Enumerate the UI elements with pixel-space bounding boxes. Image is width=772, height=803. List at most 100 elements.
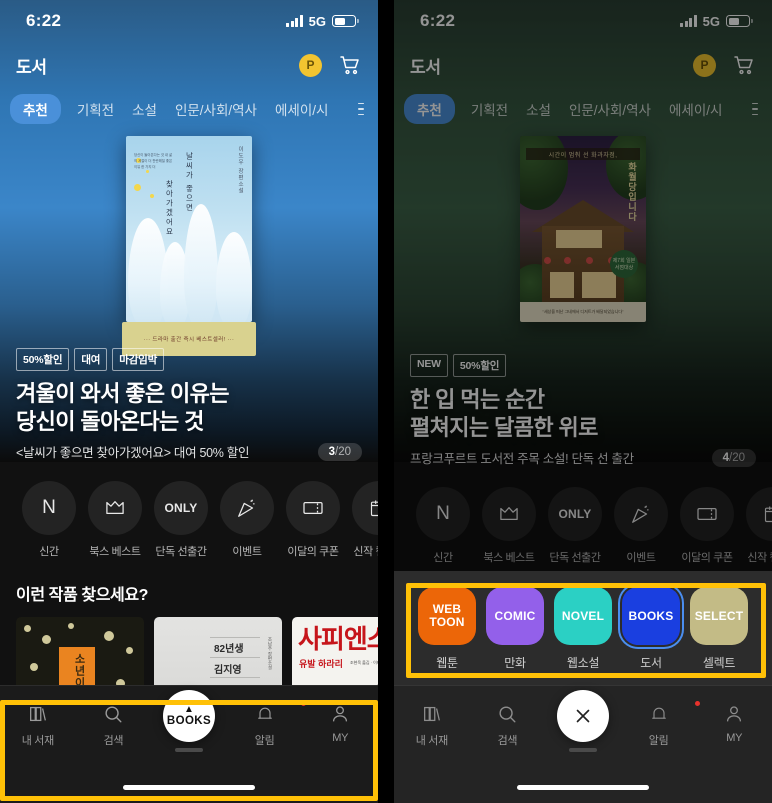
hero-title-line2: 당신이 돌아온다는 것 — [16, 408, 204, 434]
quick-label: 북스 베스트 — [483, 552, 535, 565]
book-author: 유발 하라리 — [299, 659, 343, 670]
service-item-comic[interactable]: COMIC 만화 — [486, 587, 544, 671]
status-bar-right: 6:22 5G — [394, 0, 772, 42]
network-label: 5G — [702, 13, 720, 29]
book-cover-image: 시간이 멈춰 선 화과자점, 화월당입니다 제7회 일본 서점대상 "세상을 떠… — [520, 136, 646, 322]
service-label: 도서 — [640, 656, 662, 670]
tab-소설[interactable]: 소설 — [130, 95, 159, 123]
quick-item-북스베스트[interactable]: 북스 베스트 — [482, 487, 536, 565]
service-label: 만화 — [504, 656, 526, 670]
service-item-webtoon[interactable]: WEB TOON 웹툰 — [418, 587, 476, 671]
nav-item-my[interactable]: MY — [302, 702, 378, 744]
coupon-ticket-icon — [286, 481, 340, 536]
tab-인문사회역사[interactable]: 인문/사회/역사 — [567, 95, 653, 123]
quick-label: 신간 — [39, 546, 59, 559]
quick-item-신작캘린더[interactable]: 신작 캘린더 — [352, 481, 378, 559]
tab-소설[interactable]: 소설 — [524, 95, 553, 123]
status-indicators: 5G — [286, 14, 359, 29]
quick-item-이벤트[interactable]: 이벤트 — [614, 487, 668, 565]
left-phone-screen: 6:22 5G 도서 P 추천 기획전 소설 인문/사회/역사 에세이/시 당신… — [0, 0, 378, 803]
select-tile-icon: SELECT — [690, 587, 748, 645]
tab-기획전[interactable]: 기획전 — [75, 95, 116, 123]
cover-band-text: 시간이 멈춰 선 화과자점, — [526, 148, 640, 160]
bookshelf-icon — [0, 702, 76, 726]
status-time: 6:22 — [26, 11, 62, 30]
tab-인문사회역사[interactable]: 인문/사회/역사 — [173, 95, 259, 123]
quick-item-신간[interactable]: N 신간 — [416, 487, 470, 565]
nav-item-my[interactable]: MY — [696, 702, 772, 744]
service-label: 셀렉트 — [702, 656, 736, 670]
quick-item-이달의쿠폰[interactable]: 이달의 쿠폰 — [286, 481, 340, 559]
nav-item-내서재[interactable]: 내 서재 — [394, 702, 470, 748]
nav-item-검색[interactable]: 검색 — [76, 702, 152, 748]
tab-에세이시[interactable]: 에세이/시 — [667, 95, 724, 123]
nav-item-검색[interactable]: 검색 — [470, 702, 546, 748]
books-fab-button[interactable]: ▲ BOOKS — [163, 690, 215, 742]
page-title: 도서 — [16, 57, 47, 77]
close-fab-button[interactable] — [557, 690, 609, 742]
nav-label: 알림 — [254, 735, 275, 747]
nav-item-내서재[interactable]: 내 서재 — [0, 702, 76, 748]
books-tile-icon: BOOKS — [622, 587, 680, 645]
quick-menu-row-right: N 신간 북스 베스트 ONLY 단독 선출간 이벤트 이달의 쿠폰 신작 — [394, 467, 772, 565]
quick-item-신작캘린더[interactable]: 신작 캘린더 — [746, 487, 772, 565]
recommend-section-title: 이런 작품 찾으세요? — [16, 587, 149, 605]
screenshot-stage: 6:22 5G 도서 P 추천 기획전 소설 인문/사회/역사 에세이/시 당신… — [0, 0, 772, 803]
signal-bars-icon — [286, 15, 303, 27]
tab-추천[interactable]: 추천 — [10, 94, 61, 124]
hero-cover-left[interactable]: 당신이 돌아온다는 것 내 삶의 계절이 더 찬란해질 좋은 이유 한 가지 더… — [0, 136, 378, 336]
quick-item-단독선출간[interactable]: ONLY 단독 선출간 — [154, 481, 208, 559]
cover-author: 이도우 장편소설 — [237, 146, 243, 195]
cover-title-vertical-1: 날씨가 좋으면 — [185, 152, 194, 214]
point-coin-icon[interactable]: P — [299, 53, 322, 77]
quick-item-신간[interactable]: N 신간 — [22, 481, 76, 559]
quick-label: 북스 베스트 — [89, 546, 141, 559]
nav-item-알림[interactable]: 알림 — [621, 701, 701, 748]
quick-item-북스베스트[interactable]: 북스 베스트 — [88, 481, 142, 559]
bell-icon — [227, 701, 307, 726]
bookshelf-icon — [394, 702, 470, 726]
hero-badges: NEW 50%할인 — [410, 354, 756, 377]
hero-subtitle: <날씨가 좋으면 찾아가겠어요> 대여 50% 할인 — [16, 446, 250, 461]
nav-item-알림[interactable]: 알림 — [227, 701, 307, 748]
hamburger-menu-icon[interactable] — [358, 102, 366, 116]
signal-bars-icon — [680, 15, 697, 27]
quick-item-이벤트[interactable]: 이벤트 — [220, 481, 274, 559]
point-coin-icon[interactable]: P — [693, 53, 716, 77]
webtoon-tile-icon: WEB TOON — [418, 587, 476, 645]
book-cover-image: 당신이 돌아온다는 것 내 삶의 계절이 더 찬란해질 좋은 이유 한 가지 더… — [126, 136, 252, 322]
home-indicator — [517, 785, 649, 790]
nav-label: 검색 — [497, 735, 518, 747]
status-indicators: 5G — [680, 13, 753, 29]
cover-title-vertical: 화월당입니다 — [627, 162, 637, 222]
party-popper-icon — [614, 487, 668, 542]
shopping-cart-icon[interactable] — [732, 53, 756, 77]
badge-discount: 50%할인 — [16, 348, 70, 371]
hero-cover-right[interactable]: 시간이 멈춰 선 화과자점, 화월당입니다 제7회 일본 서점대상 "세상을 떠… — [394, 136, 772, 336]
service-item-novel[interactable]: NOVEL 웹소설 — [554, 587, 612, 671]
hero-title-line1: 겨울이 와서 좋은 이유는 — [16, 381, 230, 406]
service-item-books[interactable]: BOOKS 도서 — [622, 587, 680, 671]
fab-indicator-bar — [175, 748, 203, 752]
cover-award-seal: 제7회 일본 서점대상 — [610, 250, 638, 278]
quick-item-이달의쿠폰[interactable]: 이달의 쿠폰 — [680, 487, 734, 565]
n-letter-icon: N — [22, 481, 76, 536]
home-indicator — [123, 785, 255, 790]
tab-추천[interactable]: 추천 — [404, 94, 455, 124]
quick-label: 이달의 쿠폰 — [681, 552, 733, 565]
calendar-icon — [352, 481, 378, 536]
hamburger-menu-icon[interactable] — [752, 102, 760, 116]
service-item-select[interactable]: SELECT 셀렉트 — [690, 587, 748, 671]
service-label: 웹소설 — [566, 656, 600, 670]
shopping-cart-icon[interactable] — [338, 53, 362, 77]
crown-icon — [88, 481, 142, 536]
quick-item-단독선출간[interactable]: ONLY 단독 선출간 — [548, 487, 602, 565]
tab-기획전[interactable]: 기획전 — [469, 95, 510, 123]
badge-discount: 50%할인 — [452, 354, 507, 377]
person-icon — [302, 702, 378, 726]
bottom-nav-right: 내 서재 검색 알림 MY — [394, 685, 772, 803]
hero-text-right: NEW 50%할인 한 입 먹는 순간 펼쳐지는 달콤한 위로 프랑크푸르트 도… — [394, 354, 772, 468]
tab-에세이시[interactable]: 에세이/시 — [273, 95, 330, 123]
search-icon — [76, 702, 152, 726]
badge-deadline: 마감임박 — [112, 348, 165, 371]
